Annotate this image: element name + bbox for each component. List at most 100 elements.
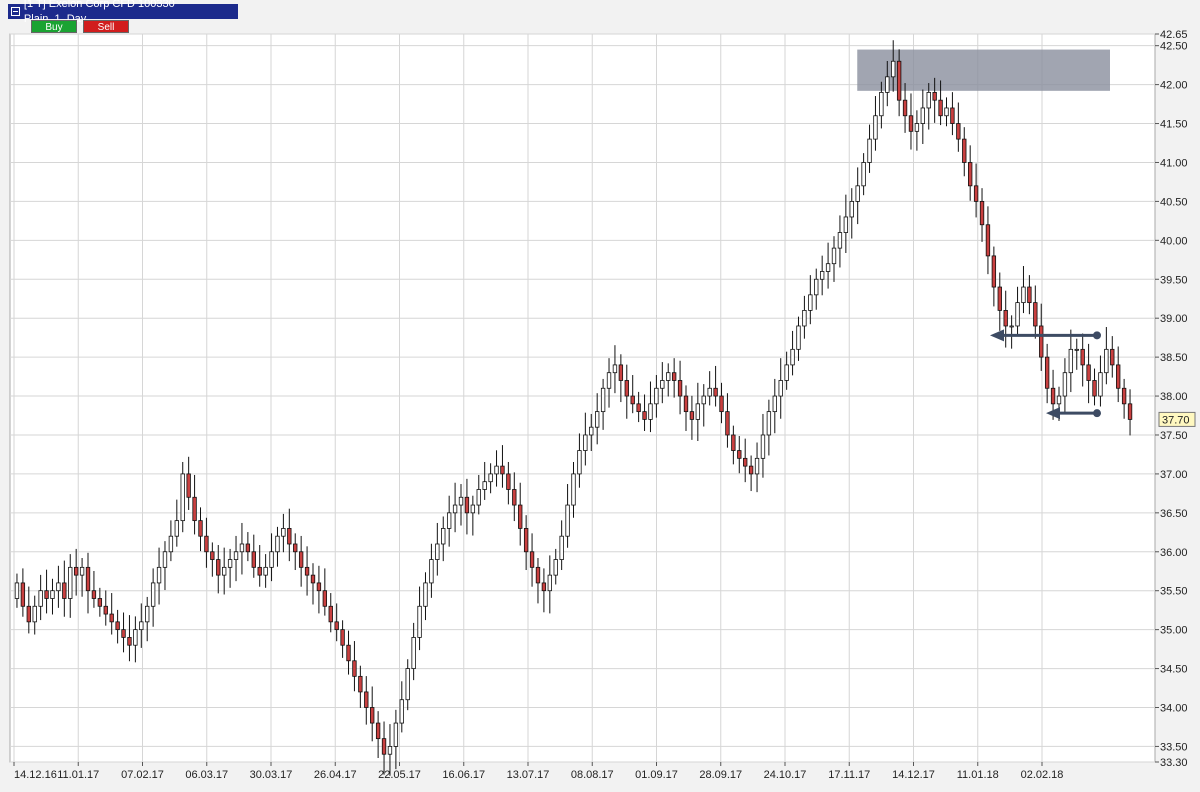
last-price-label: 37.70	[1162, 414, 1190, 426]
candle-body-up	[1056, 395, 1062, 405]
candle-body-up	[660, 380, 665, 389]
candle-body-down	[541, 582, 547, 592]
candle-body-up	[150, 582, 156, 607]
candle-body-down	[968, 162, 973, 187]
candle-body-down	[381, 738, 387, 755]
candle-body-up	[68, 566, 73, 599]
candle-body-up	[648, 403, 653, 420]
candle-body-down	[1033, 302, 1038, 327]
candle-body-up	[79, 566, 85, 576]
candle-body-down	[518, 504, 523, 529]
candle-body-down	[216, 559, 221, 576]
candle-body-down	[358, 675, 363, 693]
y-tick-label: 37.50	[1160, 430, 1188, 442]
candle-body-down	[689, 411, 695, 420]
candle-body-down	[973, 185, 979, 202]
y-tick-label: 35.50	[1160, 586, 1188, 598]
candle-body-up	[772, 395, 777, 413]
y-tick-label: 42.65	[1160, 29, 1188, 41]
candle-body-down	[352, 660, 357, 677]
candle-body-up	[612, 364, 618, 374]
candle-body-down	[210, 551, 215, 560]
candle-body-up	[843, 216, 849, 233]
candle-body-up	[227, 559, 233, 568]
candle-body-up	[808, 294, 813, 311]
candle-body-up	[695, 403, 701, 420]
candle-body-up	[470, 504, 476, 514]
candle-body-down	[1121, 387, 1127, 405]
candle-body-up	[600, 387, 606, 413]
candle-body-down	[1080, 348, 1085, 366]
candle-body-up	[754, 457, 760, 475]
candle-body-up	[837, 232, 843, 249]
price-chart: 33.30 33.50 34.00 34.50 35.00 35.50 36.00 36.50…	[9, 29, 1196, 781]
candle-body-down	[523, 528, 529, 553]
candle-body-down	[737, 450, 742, 459]
candle-body-down	[293, 543, 298, 553]
candle-body-down	[109, 613, 114, 623]
candle-body-down	[375, 722, 381, 740]
candle-body-down	[529, 551, 535, 568]
candle-body-up	[56, 582, 61, 592]
y-tick-label: 36.50	[1160, 508, 1188, 520]
y-tick-label: 41.00	[1160, 157, 1188, 169]
candle-body-up	[441, 528, 446, 545]
candle-body-down	[896, 60, 902, 101]
candle-body-down	[677, 380, 683, 397]
candle-body-up	[926, 91, 931, 109]
y-tick-label: 42.50	[1160, 41, 1188, 53]
candle-body-up	[778, 380, 783, 397]
candle-body-up	[222, 566, 227, 576]
candle-body-up	[32, 605, 37, 623]
candle-body-up	[156, 566, 162, 584]
candle-body-up	[423, 582, 428, 607]
candle-body-down	[997, 286, 1002, 311]
candle-body-up	[559, 535, 564, 560]
candle-body-up	[553, 559, 558, 576]
candle-body-up	[482, 481, 487, 490]
x-tick-label: 06.03.17	[185, 769, 228, 781]
candle-body-up	[180, 473, 185, 522]
candle-body-up	[393, 722, 399, 747]
candle-body-down	[370, 707, 375, 724]
x-tick-label: 11.01.17	[57, 769, 99, 781]
candle-body-up	[145, 605, 150, 623]
y-tick-label: 33.30	[1160, 757, 1188, 769]
candle-body-up	[1015, 302, 1020, 327]
candle-body-up	[654, 387, 659, 405]
candle-body-up	[494, 465, 499, 475]
candle-body-up	[577, 450, 582, 475]
candle-body-down	[44, 590, 49, 599]
candle-body-down	[304, 566, 310, 576]
candle-body-up	[920, 107, 925, 124]
candle-body-down	[364, 691, 369, 708]
y-tick-label: 34.00	[1160, 702, 1188, 714]
candle-body-down	[630, 395, 635, 405]
candle-body-down	[103, 605, 108, 615]
candle-body-down	[991, 255, 997, 288]
candle-body-down	[1050, 387, 1056, 405]
candle-body-down	[636, 403, 641, 413]
candle-body-down	[932, 91, 937, 101]
candle-body-down	[908, 115, 914, 132]
candle-body-down	[512, 489, 517, 506]
candle-body-down	[316, 582, 322, 592]
candle-body-down	[251, 551, 256, 568]
x-tick-label: 07.02.17	[121, 769, 164, 781]
x-tick-label: 22.05.17	[378, 769, 421, 781]
x-tick-label: 24.10.17	[764, 769, 807, 781]
candle-body-down	[902, 99, 908, 117]
candle-body-up	[435, 543, 440, 560]
candle-body-down	[91, 590, 97, 599]
candle-body-down	[97, 598, 103, 607]
candle-body-down	[1044, 356, 1050, 389]
plot-area	[9, 33, 1156, 763]
candle-body-up	[387, 746, 393, 755]
candle-body-down	[245, 543, 251, 553]
candle-body-down	[340, 629, 345, 646]
candle-body-up	[819, 271, 825, 280]
y-tick-label: 35.00	[1160, 625, 1188, 637]
candle-body-down	[192, 496, 197, 522]
candle-body-up	[547, 574, 552, 592]
candle-body-up	[399, 699, 404, 724]
